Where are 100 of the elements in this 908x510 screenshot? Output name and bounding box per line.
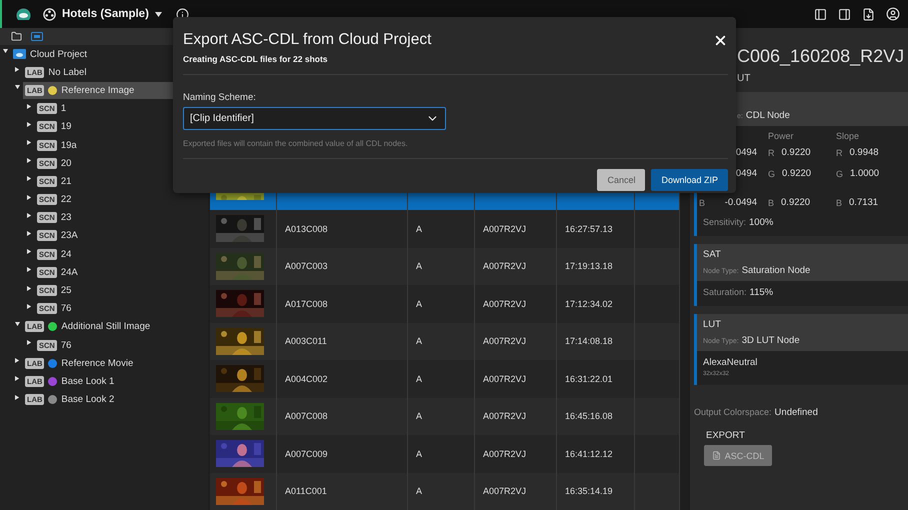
caret-right-icon[interactable]	[27, 286, 32, 291]
table-row[interactable]: A007C009 A A007R2VJ 16:41:12.12	[210, 435, 680, 472]
offset-value: -0.0494	[724, 197, 757, 208]
naming-scheme-select[interactable]: [Clip Identifier]	[183, 107, 446, 130]
tree-label: 23A	[60, 230, 78, 242]
caret-down-icon[interactable]	[3, 49, 8, 54]
power-value: 0.9220	[782, 147, 811, 158]
lut-name: AlexaNeutral	[703, 357, 758, 368]
table-cell: A007R2VJ	[483, 336, 526, 346]
tree-label: 22	[60, 194, 72, 206]
table-cell: A	[416, 224, 422, 234]
tree-label: Base Look 1	[61, 376, 114, 387]
table-cell: 16:27:57.13	[565, 224, 613, 234]
tree-label: 24A	[60, 266, 78, 278]
table-cell: A004C002	[285, 374, 328, 384]
table-cell: A007R2VJ	[483, 374, 526, 384]
caret-right-icon[interactable]	[15, 67, 20, 72]
node-type: 3D LUT Node	[742, 335, 800, 346]
table-row[interactable]: A013C008 A A007R2VJ 16:27:57.13	[210, 210, 680, 248]
caret-right-icon[interactable]	[27, 104, 32, 109]
caret-right-icon[interactable]	[27, 194, 32, 200]
cloud-folder-icon	[13, 49, 26, 60]
column-heading: Slope	[836, 131, 860, 141]
cancel-button[interactable]: Cancel	[597, 169, 646, 191]
output-value: Undefined	[774, 407, 818, 418]
table-cell: A007R2VJ	[483, 261, 526, 272]
table-row[interactable]: A004C002 A A007R2VJ 16:31:22.01	[210, 360, 680, 398]
table-cell: A017C008	[285, 298, 328, 309]
table-cell: A	[416, 298, 422, 309]
caret-down-icon[interactable]	[15, 322, 20, 327]
project-name[interactable]: Hotels (Sample)	[62, 8, 149, 20]
caret-right-icon[interactable]	[27, 176, 32, 182]
slope-value: 0.7131	[849, 197, 878, 208]
table-cell: A007R2VJ	[483, 448, 526, 459]
caret-right-icon[interactable]	[27, 230, 32, 236]
caret-right-icon[interactable]	[15, 376, 20, 382]
caret-right-icon[interactable]	[27, 122, 32, 127]
tree-label: 25	[60, 285, 72, 296]
caret-down-icon[interactable]	[154, 12, 162, 16]
table-cell: 16:31:22.01	[565, 374, 613, 384]
tree-label: 24	[60, 248, 72, 260]
table-cell: A	[416, 261, 422, 272]
caret-down-icon[interactable]	[15, 85, 20, 90]
table-cell: 17:12:34.02	[565, 298, 613, 309]
caret-right-icon[interactable]	[27, 340, 32, 346]
folder-icon[interactable]	[11, 31, 22, 42]
left-panel-icon[interactable]	[814, 8, 827, 20]
user-icon[interactable]	[886, 7, 900, 21]
close-icon[interactable]	[713, 33, 728, 48]
table-row[interactable]: A017C008 A A007R2VJ 17:12:34.02	[210, 285, 680, 322]
file-icon	[712, 451, 721, 460]
caret-right-icon[interactable]	[15, 358, 20, 364]
table-cell: 17:19:13.18	[565, 261, 613, 272]
hint-text: Exported files will contain the combined value of all CDL nodes.	[183, 138, 409, 148]
tree-label: 19a	[60, 140, 77, 151]
dialog-subtitle: Creating ASC-CDL files for 22 shots	[183, 53, 329, 64]
caret-right-icon[interactable]	[27, 140, 32, 146]
channel-label: G	[768, 168, 776, 178]
dialog-title: Export ASC-CDL from Cloud Project	[183, 31, 432, 49]
caret-right-icon[interactable]	[27, 249, 32, 254]
export-heading: EXPORT	[705, 429, 746, 441]
table-row[interactable]: A011C001 A A007R2VJ 16:35:14.19	[210, 472, 680, 510]
table-cell: 17:14:08.18	[565, 336, 613, 346]
table-cell: A	[416, 486, 422, 496]
table-cell: A003C011	[285, 336, 327, 346]
output-label: Output Colorspace:	[694, 407, 772, 418]
table-cell: 16:45:16.08	[565, 411, 613, 422]
table-cell: A	[416, 411, 422, 422]
caret-right-icon[interactable]	[27, 267, 32, 272]
table-row[interactable]: A007C003 A A007R2VJ 17:19:13.18	[210, 248, 680, 285]
channel-label: B	[836, 198, 842, 208]
slope-value: 1.0000	[850, 168, 880, 179]
tree-label: 76	[60, 340, 72, 351]
tree-label: 19	[60, 121, 72, 132]
right-panel-icon[interactable]	[838, 8, 851, 20]
caret-right-icon[interactable]	[27, 158, 32, 164]
tree-item[interactable]: Cloud Project	[11, 46, 173, 63]
table-row[interactable]: A007C008 A A007R2VJ 16:45:16.08	[210, 398, 680, 435]
download-button[interactable]: Download ZIP	[651, 169, 728, 191]
caret-right-icon[interactable]	[15, 394, 20, 400]
tree-label: 76	[60, 303, 72, 314]
table-cell: A007R2VJ	[483, 224, 526, 234]
table-row[interactable]	[210, 192, 680, 210]
table-cell: A007C003	[285, 261, 328, 272]
offset-value: 0494	[736, 147, 757, 158]
caret-right-icon[interactable]	[27, 304, 32, 309]
table-row[interactable]: A003C011 A A007R2VJ 17:14:08.18	[210, 322, 680, 360]
clip-title: C006_160208_R2VJ	[737, 46, 904, 67]
tree-label: 20	[60, 158, 72, 169]
file-download-icon[interactable]	[862, 8, 875, 20]
channel-label: R	[768, 148, 774, 158]
caret-right-icon[interactable]	[27, 212, 32, 218]
box-icon[interactable]	[31, 32, 43, 41]
table-cell: A	[416, 374, 422, 384]
table-cell: A	[416, 336, 422, 346]
tree-label: Cloud Project	[30, 48, 88, 60]
table-cell: 16:41:12.12	[565, 448, 613, 459]
tree-label: 23	[60, 212, 72, 224]
table-cell: A007R2VJ	[483, 486, 526, 496]
table-cell: A	[416, 448, 422, 459]
